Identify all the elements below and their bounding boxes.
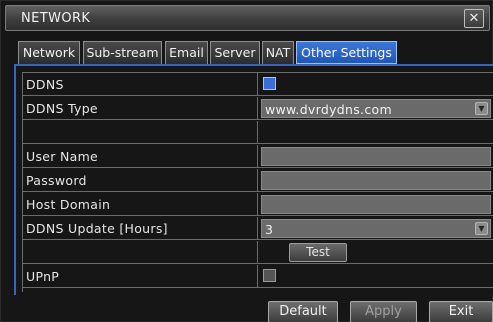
- tab-nat[interactable]: NAT: [262, 41, 294, 64]
- row-password: Password: [23, 169, 493, 192]
- default-button[interactable]: Default: [268, 301, 338, 322]
- ddns-label: DDNS: [26, 77, 64, 92]
- settings-table: DDNS DDNS Type www.dvrdydns.com ▼ User N…: [22, 72, 493, 292]
- tab-network[interactable]: Network: [18, 41, 80, 64]
- tab-server[interactable]: Server: [210, 41, 260, 64]
- ddns-update-value: 3: [265, 222, 274, 237]
- dialog-title: NETWORK: [21, 11, 91, 26]
- row-upnp: UPnP: [23, 265, 493, 288]
- ddns-update-label: DDNS Update [Hours]: [26, 221, 168, 236]
- ddns-type-value: www.dvrdydns.com: [265, 102, 392, 117]
- tab-label: NAT: [265, 45, 291, 60]
- exit-button[interactable]: Exit: [429, 301, 493, 322]
- row-ddns-type: DDNS Type www.dvrdydns.com ▼: [23, 97, 493, 120]
- test-button[interactable]: Test: [289, 243, 347, 262]
- tab-email[interactable]: Email: [165, 41, 208, 64]
- host-domain-label: Host Domain: [26, 197, 111, 212]
- password-field[interactable]: [261, 171, 491, 190]
- upnp-label: UPnP: [26, 269, 60, 284]
- tab-other-settings[interactable]: Other Settings: [296, 41, 397, 64]
- row-ddns: DDNS: [23, 73, 493, 96]
- tab-label: Other Settings: [301, 45, 392, 60]
- close-button[interactable]: ✕: [464, 9, 484, 28]
- ddns-type-select[interactable]: www.dvrdydns.com ▼: [261, 99, 491, 118]
- tab-sub-stream[interactable]: Sub-stream: [83, 41, 162, 64]
- tab-label: Network: [22, 45, 76, 60]
- ddns-update-select[interactable]: 3 ▼: [261, 219, 491, 238]
- user-name-field[interactable]: [261, 147, 491, 166]
- settings-panel: DDNS DDNS Type www.dvrdydns.com ▼ User N…: [14, 64, 493, 295]
- row-blank: [23, 121, 493, 144]
- ddns-type-label: DDNS Type: [26, 101, 98, 116]
- upnp-checkbox[interactable]: [263, 269, 276, 282]
- tab-label: Email: [169, 45, 204, 60]
- ddns-checkbox[interactable]: [263, 77, 276, 90]
- close-icon: ✕: [468, 11, 480, 26]
- title-bar: NETWORK ✕: [5, 5, 490, 31]
- password-label: Password: [26, 173, 87, 188]
- host-domain-field[interactable]: [261, 195, 491, 214]
- chevron-down-icon[interactable]: ▼: [475, 102, 488, 115]
- row-user-name: User Name: [23, 145, 493, 168]
- network-dialog: NETWORK ✕ Network Sub-stream Email Serve…: [0, 0, 493, 322]
- chevron-down-icon[interactable]: ▼: [475, 222, 488, 235]
- tab-label: Sub-stream: [86, 45, 159, 60]
- apply-button[interactable]: Apply: [350, 301, 417, 322]
- row-host-domain: Host Domain: [23, 193, 493, 216]
- row-ddns-update: DDNS Update [Hours] 3 ▼: [23, 217, 493, 240]
- user-name-label: User Name: [26, 149, 99, 164]
- row-test: Test: [23, 241, 493, 264]
- tab-label: Server: [214, 45, 256, 60]
